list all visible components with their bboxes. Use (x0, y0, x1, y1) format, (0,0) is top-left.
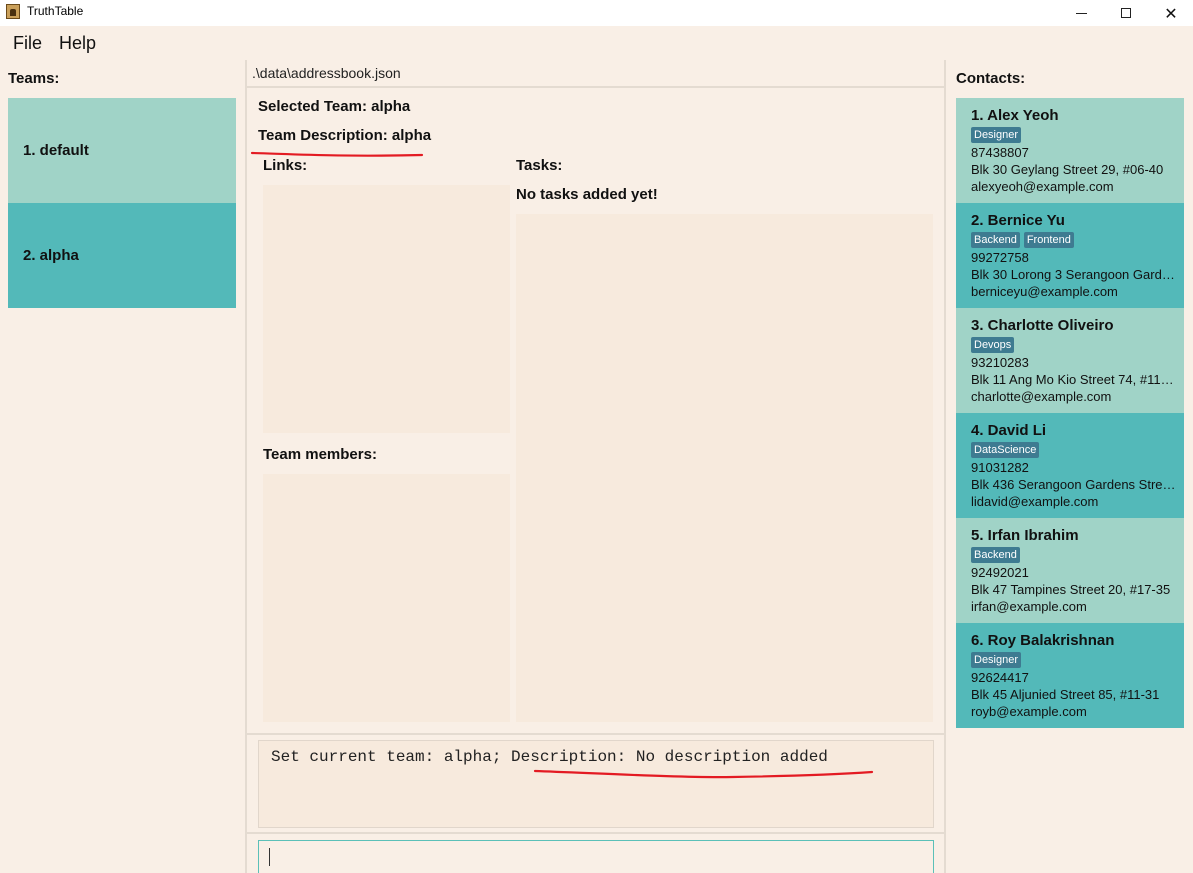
contact-name: 5. Irfan Ibrahim (971, 527, 1079, 544)
contact-card[interactable]: 6. Roy Balakrishnan Designer 92624417 Bl… (956, 623, 1184, 728)
team-item[interactable]: 1. default (8, 98, 236, 203)
team-description-label: Team Description: alpha (258, 127, 432, 144)
minimize-button[interactable] (1058, 0, 1104, 26)
close-button[interactable]: ✕ (1148, 0, 1193, 26)
window-title: TruthTable (27, 4, 84, 18)
no-tasks-message: No tasks added yet! (516, 186, 658, 203)
file-path: .\data\addressbook.json (252, 65, 401, 81)
team-members-list[interactable] (263, 474, 510, 722)
contact-name: 4. David Li (971, 422, 1047, 439)
contact-phone: 93210283 (971, 355, 1029, 370)
contact-card[interactable]: 3. Charlotte Oliveiro Devops 93210283 Bl… (956, 308, 1184, 413)
command-input[interactable] (258, 840, 934, 873)
menu-bar: File Help (0, 26, 1193, 60)
maximize-button[interactable] (1103, 0, 1149, 26)
teams-list[interactable]: 1. default 2. alpha (8, 98, 236, 873)
contact-card[interactable]: 2. Bernice Yu Backend Frontend 99272758 … (956, 203, 1184, 308)
team-item[interactable]: 2. alpha (8, 203, 236, 308)
text-caret (269, 848, 270, 866)
tag-badge: Frontend (1023, 232, 1074, 248)
result-display[interactable]: Set current team: alpha; Description: No… (258, 740, 934, 828)
divider (247, 832, 944, 834)
contact-card[interactable]: 1. Alex Yeoh Designer 87438807 Blk 30 Ge… (956, 98, 1184, 203)
contact-name: 1. Alex Yeoh (971, 107, 1059, 124)
tag-badge: DataScience (971, 442, 1040, 458)
contact-phone: 87438807 (971, 145, 1029, 160)
status-bar: .\data\addressbook.json (247, 60, 944, 88)
contact-card[interactable]: 5. Irfan Ibrahim Backend 92492021 Blk 47… (956, 518, 1184, 623)
contact-email: charlotte@example.com (971, 389, 1112, 404)
links-list[interactable] (263, 185, 510, 433)
contact-email: irfan@example.com (971, 599, 1087, 614)
contact-card[interactable]: 4. David Li DataScience 91031282 Blk 436… (956, 413, 1184, 518)
app-icon (6, 4, 20, 19)
contact-phone: 92492021 (971, 565, 1029, 580)
contact-email: alexyeoh@example.com (971, 179, 1114, 194)
close-icon: ✕ (1164, 3, 1178, 23)
contact-address: Blk 11 Ang Mo Kio Street 74, #11-04 (971, 372, 1176, 387)
contact-name: 6. Roy Balakrishnan (971, 632, 1115, 649)
tag-list: DataScience (971, 442, 1040, 458)
contacts-list[interactable]: 1. Alex Yeoh Designer 87438807 Blk 30 Ge… (956, 98, 1184, 873)
menu-help[interactable]: Help (59, 33, 96, 54)
contacts-header: Contacts: (956, 70, 1026, 87)
tasks-label: Tasks: (516, 157, 563, 174)
tag-list: Backend Frontend (971, 232, 1074, 248)
contacts-panel: Contacts: 1. Alex Yeoh Designer 87438807… (946, 60, 1193, 873)
menu-file[interactable]: File (13, 33, 42, 54)
tag-badge: Devops (971, 337, 1015, 353)
tag-badge: Backend (971, 232, 1020, 248)
contact-name: 2. Bernice Yu (971, 212, 1065, 229)
tag-badge: Designer (971, 127, 1022, 143)
tag-badge: Designer (971, 652, 1022, 668)
contact-address: Blk 45 Aljunied Street 85, #11-31 (971, 687, 1160, 702)
teams-header: Teams: (8, 70, 60, 87)
contact-phone: 92624417 (971, 670, 1029, 685)
tag-badge: Backend (971, 547, 1020, 563)
contact-address: Blk 47 Tampines Street 20, #17-35 (971, 582, 1171, 597)
team-label: 2. alpha (23, 247, 79, 264)
annotation-underline (250, 151, 424, 157)
contact-address: Blk 30 Lorong 3 Serangoon Gardens, #07-1… (971, 267, 1176, 282)
tag-list: Designer (971, 127, 1022, 143)
title-bar: TruthTable ✕ (0, 0, 1193, 26)
team-members-label: Team members: (263, 446, 377, 463)
annotation-underline (533, 769, 874, 779)
tasks-list[interactable] (516, 214, 933, 722)
contact-email: berniceyu@example.com (971, 284, 1118, 299)
maximize-icon (1121, 8, 1131, 18)
contact-phone: 91031282 (971, 460, 1029, 475)
divider (245, 60, 247, 873)
contact-name: 3. Charlotte Oliveiro (971, 317, 1114, 334)
contact-address: Blk 436 Serangoon Gardens Street 26, #16… (971, 477, 1176, 492)
team-label: 1. default (23, 142, 89, 159)
tag-list: Designer (971, 652, 1022, 668)
minimize-icon (1075, 12, 1087, 14)
tag-list: Backend (971, 547, 1020, 563)
contact-email: lidavid@example.com (971, 494, 1099, 509)
contact-phone: 99272758 (971, 250, 1029, 265)
tag-list: Devops (971, 337, 1015, 353)
contact-address: Blk 30 Geylang Street 29, #06-40 (971, 162, 1164, 177)
selected-team-label: Selected Team: alpha (258, 98, 411, 115)
contact-email: royb@example.com (971, 704, 1087, 719)
divider (247, 733, 944, 735)
teams-panel: Teams: 1. default 2. alpha (0, 60, 245, 873)
result-text: Set current team: alpha; Description: No… (271, 748, 828, 766)
